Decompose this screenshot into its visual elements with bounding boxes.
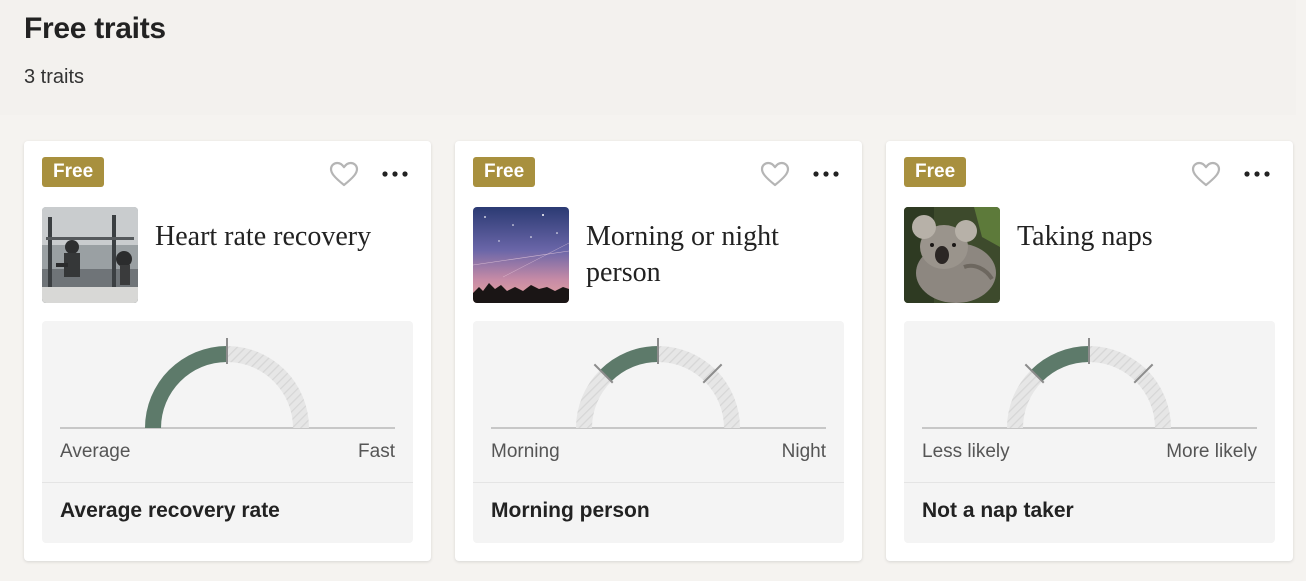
gauge-panel: Less likely More likely Not a nap taker xyxy=(904,321,1275,543)
heart-icon[interactable] xyxy=(759,160,791,188)
page-title: Free traits xyxy=(24,12,166,45)
trait-card-heart-rate-recovery[interactable]: Free Heart rate recovery Average Fast Av… xyxy=(24,141,431,561)
trait-result: Morning person xyxy=(491,499,650,522)
trait-title: Heart rate recovery xyxy=(155,221,372,252)
free-badge: Free xyxy=(904,157,967,187)
gauge-left-label: Morning xyxy=(491,441,560,462)
gauge-fill xyxy=(145,346,227,428)
trait-card-taking-naps[interactable]: Free Taking naps Less likely More likely… xyxy=(886,141,1293,561)
koala-photo xyxy=(904,207,1000,303)
divider xyxy=(42,482,413,483)
divider xyxy=(473,482,844,483)
heart-icon[interactable] xyxy=(1190,160,1222,188)
gauge-panel: Morning Night Morning person xyxy=(473,321,844,543)
gauge-panel: Average Fast Average recovery rate xyxy=(42,321,413,543)
gauge-right-label: More likely xyxy=(1166,441,1257,462)
gauge-chart xyxy=(60,338,395,429)
trait-title: Morning or night person xyxy=(586,221,779,288)
trait-title: Taking naps xyxy=(1017,221,1153,252)
night-sky-photo xyxy=(473,207,569,303)
gauge-left-label: Average xyxy=(60,441,131,462)
gauge-right-label: Night xyxy=(781,441,826,462)
gauge-chart xyxy=(922,338,1257,429)
page-header: Free traits 3 traits xyxy=(0,0,1296,115)
more-options-icon[interactable] xyxy=(809,160,843,188)
trait-result: Average recovery rate xyxy=(60,499,280,522)
gauge-fill xyxy=(1031,346,1089,382)
trait-card-morning-or-night[interactable]: Free Morning or night person Morning Nig… xyxy=(455,141,862,561)
free-badge: Free xyxy=(42,157,105,187)
gauge-fill xyxy=(600,346,658,382)
heart-icon[interactable] xyxy=(328,160,360,188)
free-badge: Free xyxy=(473,157,536,187)
trait-count: 3 traits xyxy=(24,66,85,88)
gauge-chart xyxy=(491,338,826,429)
gauge-right-label: Fast xyxy=(358,441,395,462)
gauge-left-label: Less likely xyxy=(922,441,1010,462)
trait-result: Not a nap taker xyxy=(922,499,1074,522)
more-options-icon[interactable] xyxy=(378,160,412,188)
more-options-icon[interactable] xyxy=(1240,160,1274,188)
divider xyxy=(904,482,1275,483)
gym-photo xyxy=(42,207,138,303)
